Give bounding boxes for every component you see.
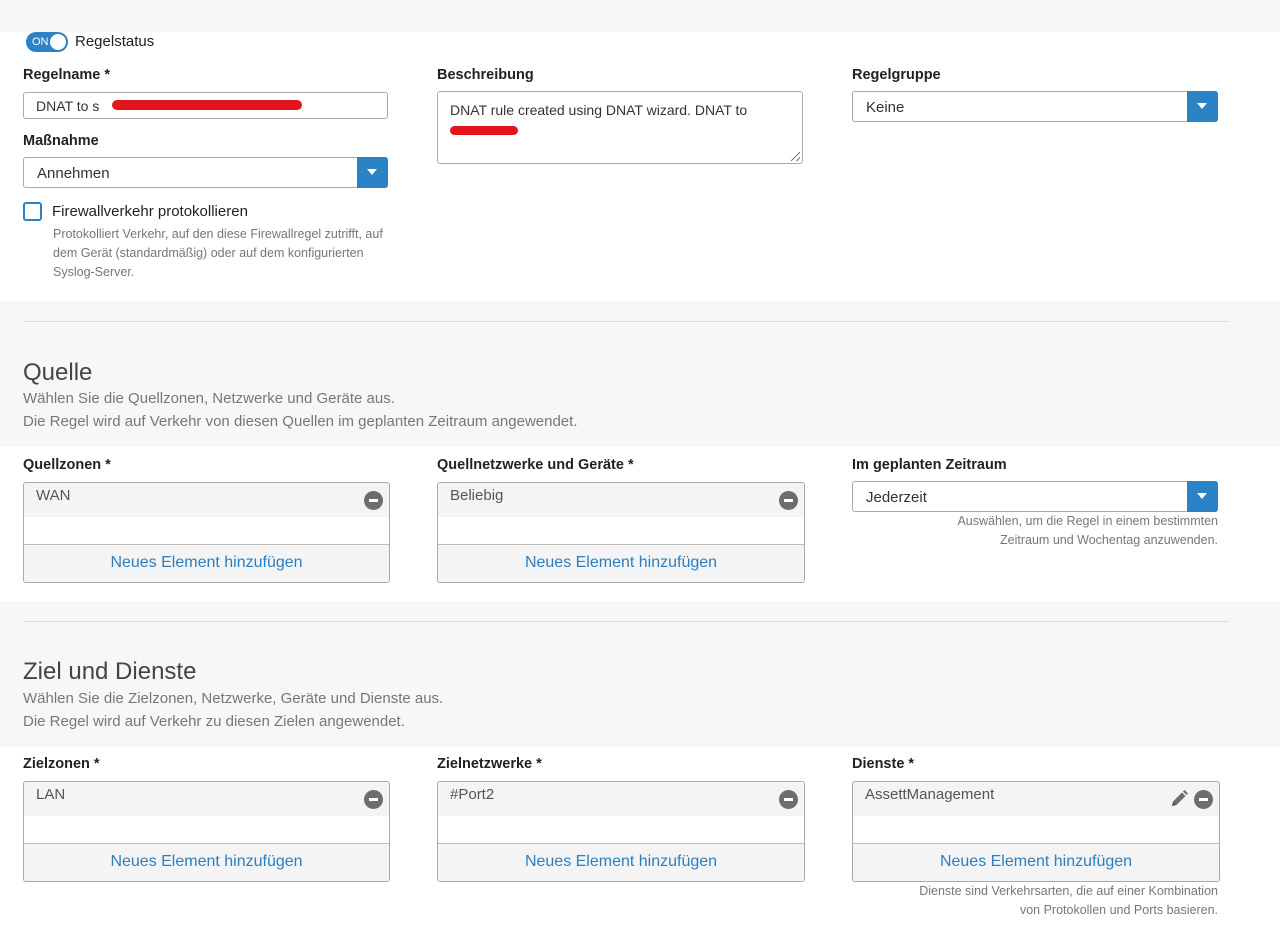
action-select[interactable]: Annehmen <box>23 157 388 188</box>
help-line: von Protokollen und Ports basieren. <box>1019 903 1218 917</box>
source-networks-list: Beliebig Neues Element hinzufügen <box>437 482 805 583</box>
destination-networks-list: #Port2 Neues Element hinzufügen <box>437 781 805 882</box>
services-list: AssettManagement Neues Element hinzufüge… <box>852 781 1220 882</box>
list-item-label: Beliebig <box>450 487 504 504</box>
help-line: Auswählen, um die Regel in einem bestimm… <box>957 514 1218 528</box>
source-zones-label: Quellzonen * <box>23 457 111 473</box>
services-label: Dienste * <box>852 756 915 772</box>
source-networks-label: Quellnetzwerke und Geräte * <box>437 457 634 473</box>
destination-section-title: Ziel und Dienste <box>23 658 197 685</box>
source-section-description: Wählen Sie die Quellzonen, Netzwerke und… <box>23 387 923 433</box>
list-item: AssettManagement <box>853 782 1219 816</box>
list-item: #Port2 <box>438 782 804 816</box>
divider <box>23 321 1229 322</box>
add-item-label: Neues Element hinzufügen <box>110 853 303 870</box>
help-line: Zeitraum und Wochentag anzuwenden. <box>1000 533 1218 547</box>
rule-name-label: Regelname * <box>23 67 111 83</box>
rule-group-select[interactable]: Keine <box>852 91 1218 122</box>
list-item-label: #Port2 <box>450 786 495 803</box>
source-zones-list: WAN Neues Element hinzufügen <box>23 482 390 583</box>
minus-circle-icon[interactable] <box>779 491 798 510</box>
schedule-select[interactable]: Jederzeit <box>852 481 1218 512</box>
help-line: dem Gerät (standardmäßig) oder auf dem k… <box>53 246 364 260</box>
destination-networks-label: Zielnetzwerke * <box>437 756 542 772</box>
minus-circle-icon[interactable] <box>779 790 798 809</box>
rule-name-input[interactable]: DNAT to s <box>23 92 388 119</box>
list-item: LAN <box>24 782 389 816</box>
chevron-down-icon[interactable] <box>1187 481 1218 512</box>
resize-handle-icon[interactable] <box>791 152 800 161</box>
minus-circle-icon[interactable] <box>364 790 383 809</box>
schedule-label: Im geplanten Zeitraum <box>852 457 1007 473</box>
action-label: Maßnahme <box>23 133 99 149</box>
add-item-button[interactable]: Neues Element hinzufügen <box>853 843 1219 881</box>
list-item: Beliebig <box>438 483 804 517</box>
add-item-button[interactable]: Neues Element hinzufügen <box>438 843 804 881</box>
add-item-button[interactable]: Neues Element hinzufügen <box>438 544 804 582</box>
schedule-help: Auswählen, um die Regel in einem bestimm… <box>852 512 1218 550</box>
chevron-down-icon[interactable] <box>1187 91 1218 122</box>
help-line: Protokolliert Verkehr, auf den diese Fir… <box>53 227 383 241</box>
pencil-icon[interactable] <box>1169 789 1189 809</box>
list-item: WAN <box>24 483 389 517</box>
add-item-button[interactable]: Neues Element hinzufügen <box>24 843 389 881</box>
action-value: Annehmen <box>37 165 110 182</box>
redaction-mark <box>112 100 302 110</box>
rule-group-label: Regelgruppe <box>852 67 941 83</box>
list-item-label: AssettManagement <box>865 786 995 803</box>
rule-name-value: DNAT to s <box>36 98 100 114</box>
description-line: Wählen Sie die Quellzonen, Netzwerke und… <box>23 390 395 407</box>
description-line: Die Regel wird auf Verkehr von diesen Qu… <box>23 413 578 430</box>
list-item-label: WAN <box>36 487 71 504</box>
add-item-label: Neues Element hinzufügen <box>524 554 718 571</box>
rule-status-toggle[interactable]: ON <box>26 32 68 52</box>
help-line: Syslog-Server. <box>53 265 135 279</box>
log-traffic-label[interactable]: Firewallverkehr protokollieren <box>52 203 248 220</box>
add-item-label: Neues Element hinzufügen <box>524 853 718 870</box>
list-item-label: LAN <box>36 786 66 803</box>
description-line: Die Regel wird auf Verkehr zu diesen Zie… <box>23 713 405 730</box>
destination-zones-list: LAN Neues Element hinzufügen <box>23 781 390 882</box>
destination-section-description: Wählen Sie die Zielzonen, Netzwerke, Ger… <box>23 687 923 733</box>
destination-zones-label: Zielzonen * <box>23 756 100 772</box>
rule-status-label: Regelstatus <box>75 33 155 50</box>
help-line: Dienste sind Verkehrsarten, die auf eine… <box>919 884 1218 898</box>
redaction-mark <box>450 126 518 135</box>
divider <box>23 621 1229 622</box>
toggle-knob <box>50 34 66 50</box>
rule-group-value: Keine <box>866 99 905 116</box>
schedule-value: Jederzeit <box>866 489 927 506</box>
add-item-label: Neues Element hinzufügen <box>939 853 1133 870</box>
description-line: Wählen Sie die Zielzonen, Netzwerke, Ger… <box>23 690 444 707</box>
add-item-label: Neues Element hinzufügen <box>110 554 303 571</box>
services-help: Dienste sind Verkehrsarten, die auf eine… <box>852 882 1218 920</box>
minus-circle-icon[interactable] <box>364 491 383 510</box>
add-item-button[interactable]: Neues Element hinzufügen <box>24 544 389 582</box>
toggle-state-label: ON <box>32 36 49 48</box>
source-section-title: Quelle <box>23 359 93 386</box>
log-traffic-help: Protokolliert Verkehr, auf den diese Fir… <box>53 225 433 282</box>
top-band <box>0 0 1280 32</box>
chevron-down-icon[interactable] <box>357 157 388 188</box>
description-textarea[interactable]: DNAT rule created using DNAT wizard. DNA… <box>437 91 803 164</box>
minus-circle-icon[interactable] <box>1194 790 1213 809</box>
log-traffic-checkbox[interactable] <box>23 202 42 221</box>
description-label: Beschreibung <box>437 67 534 83</box>
description-value: DNAT rule created using DNAT wizard. DNA… <box>450 102 748 118</box>
